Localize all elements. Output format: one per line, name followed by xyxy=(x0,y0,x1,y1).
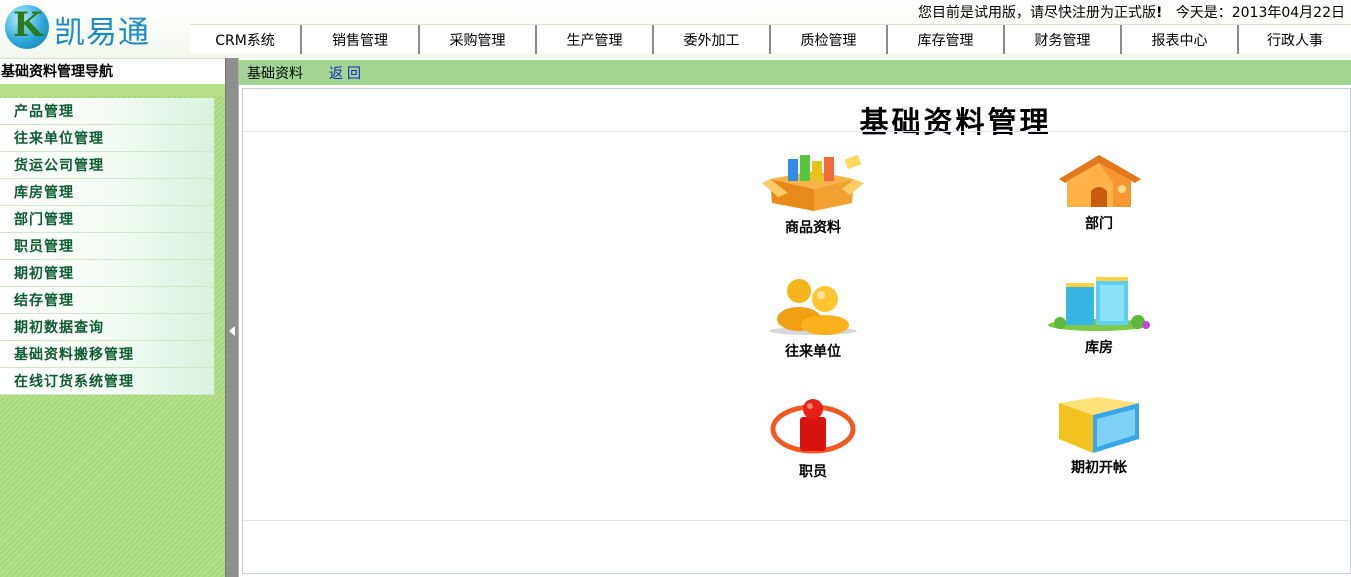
people-icon xyxy=(769,279,857,335)
sidebar-item-closing[interactable]: 结存管理 xyxy=(0,287,214,314)
nav-sales[interactable]: 销售管理 xyxy=(302,25,420,54)
today-date: 今天是：2013年04月22日 xyxy=(1175,5,1345,21)
sidebar-item-label: 职员管理 xyxy=(14,239,74,255)
tile-staff-label: 职员 xyxy=(799,464,827,480)
trial-notice-text: 您目前是试用版，请尽快注册为正式版 xyxy=(917,5,1156,21)
collapse-arrow-icon[interactable] xyxy=(229,326,235,336)
tile-product[interactable]: 商品资料 xyxy=(743,153,883,253)
tile-warehouse[interactable]: 库房 xyxy=(1029,275,1169,375)
sidebar-item-freight[interactable]: 货运公司管理 xyxy=(0,152,214,179)
sidebar-item-department[interactable]: 部门管理 xyxy=(0,206,214,233)
sidebar-title: 基础资料管理导航 xyxy=(0,58,225,84)
bottom-divider xyxy=(243,520,1351,521)
sidebar-item-opening[interactable]: 期初管理 xyxy=(0,260,214,287)
sidebar-item-warehouse[interactable]: 库房管理 xyxy=(0,179,214,206)
nav-purchase[interactable]: 采购管理 xyxy=(420,25,537,54)
sidebar-item-label: 往来单位管理 xyxy=(14,131,104,147)
breadcrumb: 基础资料 返回 xyxy=(239,60,1351,85)
sidebar-item-label: 期初数据查询 xyxy=(14,320,104,336)
nav-hr[interactable]: 行政人事 xyxy=(1239,25,1351,54)
main-area: 基础资料 返回 基础资料管理 商品资料 部门 往来单位 库房 职员 期初开帐 xyxy=(239,58,1351,577)
title-divider xyxy=(243,131,1351,132)
nav-production[interactable]: 生产管理 xyxy=(537,25,654,54)
sidebar-item-label: 产品管理 xyxy=(14,104,74,120)
sidebar-item-label: 结存管理 xyxy=(14,293,74,309)
sidebar-item-online-order[interactable]: 在线订货系统管理 xyxy=(0,368,214,395)
back-link[interactable]: 返回 xyxy=(329,63,365,83)
sidebar-item-data-migration[interactable]: 基础资料搬移管理 xyxy=(0,341,214,368)
building-icon xyxy=(1048,277,1150,331)
staff-person-icon xyxy=(770,399,856,454)
sidebar-item-opening-query[interactable]: 期初数据查询 xyxy=(0,314,214,341)
header: K 凯易通 您目前是试用版，请尽快注册为正式版! 今天是：2013年04月22日… xyxy=(0,0,1351,58)
house-icon xyxy=(1059,155,1141,207)
tile-opening-account[interactable]: 期初开帐 xyxy=(1029,397,1169,497)
tile-opening-account-label: 期初开帐 xyxy=(1071,460,1127,476)
sidebar-band xyxy=(0,84,225,96)
app-logo: K 凯易通 xyxy=(2,3,188,51)
page-title: 基础资料管理 xyxy=(859,105,1052,139)
sidebar-item-label: 基础资料搬移管理 xyxy=(14,347,134,363)
sidebar-item-product[interactable]: 产品管理 xyxy=(0,98,214,125)
tile-partner[interactable]: 往来单位 xyxy=(743,275,883,375)
breadcrumb-current: 基础资料 xyxy=(247,65,303,82)
tile-department-label: 部门 xyxy=(1085,216,1113,232)
nav-reports[interactable]: 报表中心 xyxy=(1122,25,1239,54)
sidebar-item-label: 在线订货系统管理 xyxy=(14,374,134,390)
nav-outsourcing[interactable]: 委外加工 xyxy=(654,25,771,54)
folder-icon xyxy=(1059,397,1139,453)
logo-text: 凯易通 xyxy=(54,15,150,51)
top-nav: CRM系统 销售管理 采购管理 生产管理 委外加工 质检管理 库存管理 财务管理… xyxy=(190,24,1351,54)
sidebar-list: 产品管理 往来单位管理 货运公司管理 库房管理 部门管理 职员管理 期初管理 结… xyxy=(0,98,214,395)
sidebar-item-staff[interactable]: 职员管理 xyxy=(0,233,214,260)
content-panel: 基础资料管理 商品资料 部门 往来单位 库房 职员 期初开帐 xyxy=(242,88,1351,574)
logo-letter: K xyxy=(13,5,43,45)
nav-finance[interactable]: 财务管理 xyxy=(1005,25,1122,54)
nav-quality[interactable]: 质检管理 xyxy=(771,25,888,54)
tile-department[interactable]: 部门 xyxy=(1029,153,1169,253)
tile-partner-label: 往来单位 xyxy=(785,344,841,360)
nav-inventory[interactable]: 库存管理 xyxy=(888,25,1005,54)
tile-product-label: 商品资料 xyxy=(785,220,841,236)
sidebar-item-partner[interactable]: 往来单位管理 xyxy=(0,125,214,152)
sidebar-item-label: 部门管理 xyxy=(14,212,74,228)
tile-warehouse-label: 库房 xyxy=(1085,340,1113,356)
product-box-icon xyxy=(762,154,864,211)
tile-staff[interactable]: 职员 xyxy=(743,397,883,497)
sidebar-item-label: 期初管理 xyxy=(14,266,74,282)
sidebar-splitter[interactable] xyxy=(225,58,239,577)
sidebar: 基础资料管理导航 产品管理 往来单位管理 货运公司管理 库房管理 部门管理 职员… xyxy=(0,58,225,577)
nav-crm[interactable]: CRM系统 xyxy=(190,25,302,54)
trial-notice-mark: ! xyxy=(1155,5,1163,21)
sidebar-item-label: 货运公司管理 xyxy=(14,158,104,174)
trial-notice: 您目前是试用版，请尽快注册为正式版! 今天是：2013年04月22日 xyxy=(918,2,1345,22)
sidebar-item-label: 库房管理 xyxy=(14,185,74,201)
